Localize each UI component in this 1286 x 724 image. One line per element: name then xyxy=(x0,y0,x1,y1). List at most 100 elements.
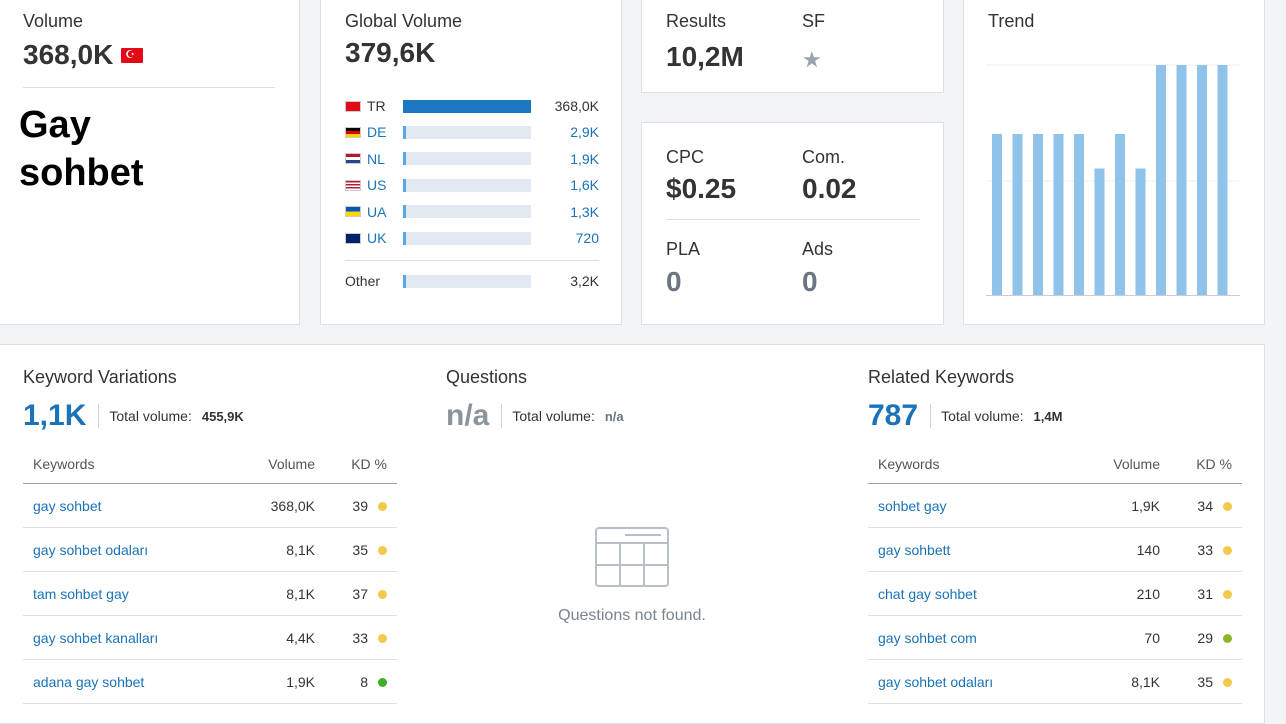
kd-dot-icon xyxy=(378,634,387,644)
questions-summary: n/a Total volume: n/a xyxy=(446,399,624,433)
ads-label: Ads xyxy=(802,239,834,259)
trend-bar[interactable] xyxy=(992,134,1002,295)
table-row: gay sohbet 368,0K 39 xyxy=(23,483,397,528)
keyword-variations-title[interactable]: Keyword Variations xyxy=(23,367,177,388)
keyword-variations-summary: 1,1K Total volume: 455,9K xyxy=(23,399,244,433)
keyword-volume: 8,1K xyxy=(229,571,325,616)
keyword-link[interactable]: sohbet gay xyxy=(868,483,1071,528)
trend-bar[interactable] xyxy=(1176,65,1187,295)
col-volume: Volume xyxy=(229,445,325,484)
keyword-volume: 8,1K xyxy=(1070,659,1170,704)
country-row-de[interactable]: DE 2,9K xyxy=(345,123,599,141)
trend-bar[interactable] xyxy=(1217,65,1228,295)
keyword-kd: 33 xyxy=(1170,527,1242,572)
global-volume-label: Global Volume xyxy=(345,11,463,31)
total-volume-value: 1,4M xyxy=(1033,408,1063,424)
country-bar-track xyxy=(403,274,531,288)
keyword-link[interactable]: gay sohbet xyxy=(23,483,230,528)
keyword-link[interactable]: tam sohbet gay xyxy=(23,571,230,616)
summary-divider xyxy=(930,404,932,428)
summary-divider xyxy=(98,404,100,428)
keyword-variations-table: Keywords Volume KD % gay sohbet 368,0K 39 g… xyxy=(23,445,397,704)
questions-empty-text: Questions not found. xyxy=(558,607,706,624)
country-value: 1,6K xyxy=(570,177,599,194)
country-row-us[interactable]: US 1,6K xyxy=(345,176,599,194)
total-volume-label: Total volume: xyxy=(512,408,595,424)
keyword-kd: 34 xyxy=(1170,483,1242,528)
pla-value: 0 xyxy=(666,266,682,297)
country-name-other: Other xyxy=(345,273,381,289)
trend-bar[interactable] xyxy=(1033,134,1043,295)
sf-label: SF xyxy=(802,11,826,31)
keyword-link[interactable]: adana gay sohbet xyxy=(23,659,230,704)
kd-dot-icon xyxy=(1223,546,1232,556)
keyword-link[interactable]: gay sohbett xyxy=(868,527,1071,572)
empty-table-icon xyxy=(595,527,669,587)
country-code: DE xyxy=(367,124,387,141)
related-keywords-count[interactable]: 787 xyxy=(868,399,918,433)
global-volume-value: 379,6K xyxy=(345,37,436,68)
keyword-link[interactable]: gay sohbet kanalları xyxy=(23,615,230,660)
country-bar-fill xyxy=(403,231,406,245)
keyword-volume: 368,0K xyxy=(229,483,325,528)
keyword-link[interactable]: chat gay sohbet xyxy=(868,571,1071,616)
related-keywords-title[interactable]: Related Keywords xyxy=(868,367,1014,388)
country-bar-fill xyxy=(403,205,406,219)
trend-bar[interactable] xyxy=(1074,134,1084,295)
keyword-link[interactable]: gay sohbet odaları xyxy=(868,659,1071,704)
total-volume-label: Total volume: xyxy=(109,408,192,424)
col-keywords: Keywords xyxy=(868,445,1071,484)
star-icon[interactable]: ★ xyxy=(802,47,822,73)
keyword-kd: 29 xyxy=(1170,615,1242,660)
country-row-tr: TR 368,0K xyxy=(345,97,599,115)
keyword-link[interactable]: gay sohbet com xyxy=(868,615,1071,660)
kd-dot-icon xyxy=(378,546,387,556)
table-row: adana gay sohbet 1,9K 8 xyxy=(23,659,397,704)
flag-de-icon xyxy=(345,126,361,138)
results-value: 10,2M xyxy=(666,41,744,72)
related-keywords-summary: 787 Total volume: 1,4M xyxy=(868,399,1062,433)
country-bar-fill xyxy=(403,152,406,166)
keyword-overlay-text: Gay sohbet xyxy=(19,101,144,197)
country-value: 1,9K xyxy=(570,150,599,167)
table-row: gay sohbett 140 33 xyxy=(868,527,1242,572)
trend-bar[interactable] xyxy=(1135,168,1146,296)
keyword-volume: 1,9K xyxy=(1070,483,1170,528)
trend-bar[interactable] xyxy=(1053,134,1064,295)
country-row-ua[interactable]: UA 1,3K xyxy=(345,203,599,221)
country-code: UA xyxy=(367,203,387,220)
results-label: Results xyxy=(666,11,727,31)
kd-dot-icon xyxy=(378,590,387,600)
total-volume-value: n/a xyxy=(604,408,624,424)
pla-label: PLA xyxy=(666,239,701,259)
keyword-volume: 210 xyxy=(1070,571,1170,616)
flag-tr-icon xyxy=(345,100,361,112)
country-row-uk[interactable]: UK 720 xyxy=(345,229,599,247)
country-divider xyxy=(345,260,599,261)
trend-bar[interactable] xyxy=(1197,65,1207,295)
kd-dot-icon xyxy=(1223,590,1232,600)
country-row-nl[interactable]: NL 1,9K xyxy=(345,150,599,168)
keyword-link[interactable]: gay sohbet odaları xyxy=(23,527,230,572)
trend-bar[interactable] xyxy=(1012,134,1023,295)
keyword-volume: 8,1K xyxy=(229,527,325,572)
kd-dot-icon xyxy=(1223,502,1232,512)
keyword-variations-count[interactable]: 1,1K xyxy=(23,399,86,433)
kd-value: 35 xyxy=(352,541,368,558)
keyword-kd: 35 xyxy=(325,527,397,572)
keyword-overlay-line: sohbet xyxy=(19,152,144,194)
trend-card: Trend xyxy=(963,0,1265,325)
kd-value: 39 xyxy=(352,497,368,514)
trend-bar[interactable] xyxy=(1094,168,1105,296)
country-value: 1,3K xyxy=(570,203,599,220)
questions-count: n/a xyxy=(446,399,490,432)
total-volume-value: 455,9K xyxy=(201,408,244,424)
table-row: gay sohbet kanalları 4,4K 33 xyxy=(23,615,397,660)
kd-dot-icon xyxy=(378,502,387,512)
questions-title[interactable]: Questions xyxy=(446,367,527,388)
keyword-kd: 31 xyxy=(1170,571,1242,616)
trend-bar[interactable] xyxy=(1156,65,1166,295)
country-code: NL xyxy=(367,150,385,167)
trend-bar[interactable] xyxy=(1115,134,1125,295)
keyword-sections-card: Keyword Variations 1,1K Total volume: 45… xyxy=(0,344,1265,724)
